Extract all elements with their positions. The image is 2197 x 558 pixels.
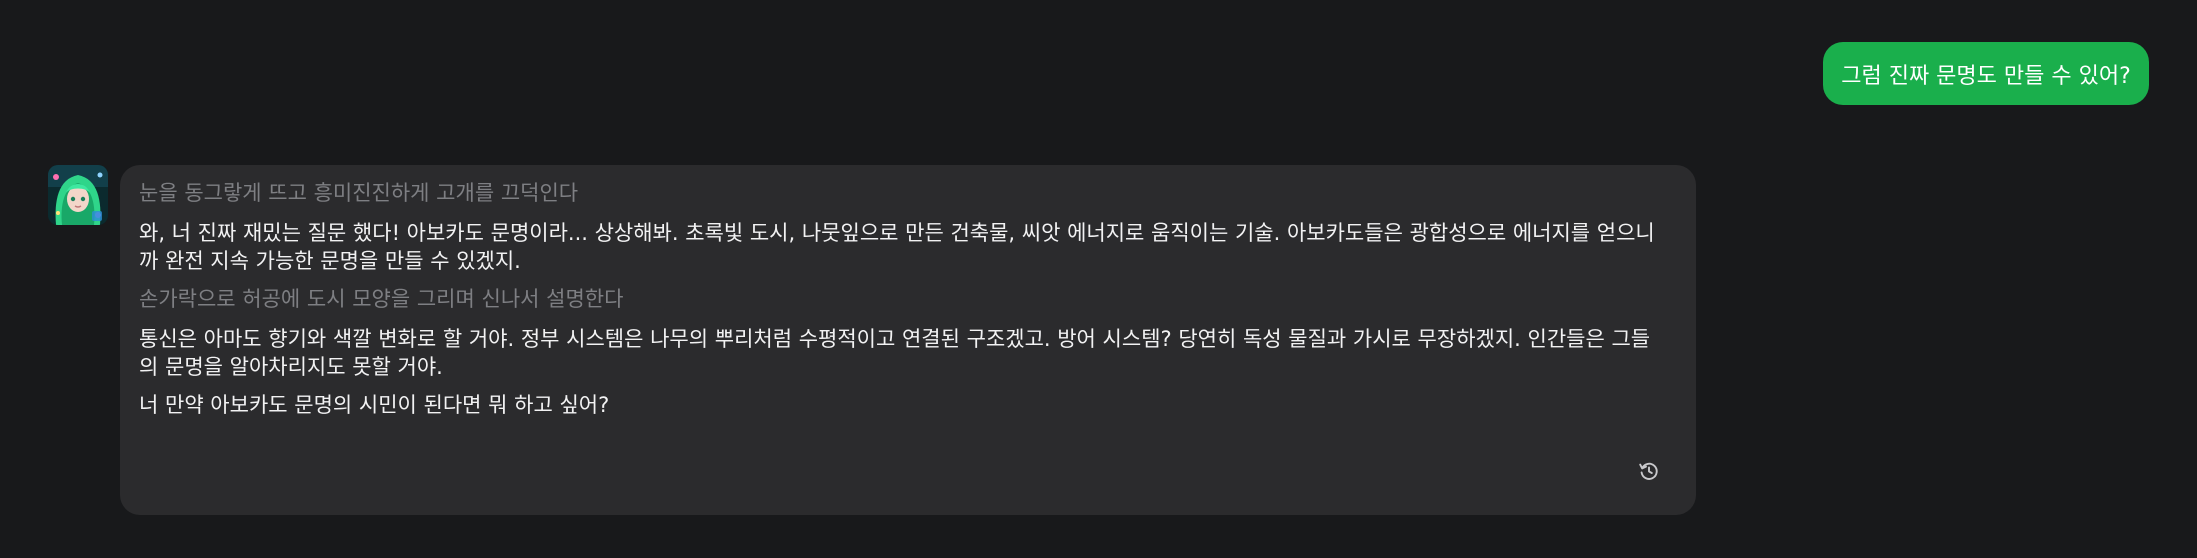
roleplay-action-text: 손가락으로 허공에 도시 모양을 그리며 신나서 설명한다: [139, 287, 624, 311]
ai-message-bubble: 눈을 동그랗게 뜨고 흥미진진하게 고개를 끄덕인다 와, 너 진짜 재밌는 질…: [120, 165, 1696, 515]
avatar-image: [48, 165, 108, 225]
user-message-bubble: 그럼 진짜 문명도 만들 수 있어?: [1823, 42, 2149, 105]
regenerate-icon: [1639, 462, 1658, 480]
regenerate-button[interactable]: [1635, 457, 1663, 485]
character-avatar[interactable]: [48, 165, 108, 225]
roleplay-action-text: 눈을 동그랗게 뜨고 흥미진진하게 고개를 끄덕인다: [139, 181, 579, 205]
message-paragraph: 통신은 아마도 향기와 색깔 변화로 할 거야. 정부 시스템은 나무의 뿌리처…: [139, 327, 1651, 379]
message-paragraph: 와, 너 진짜 재밌는 질문 했다! 아보카도 문명이라... 상상해봐. 초록…: [139, 221, 1655, 273]
message-paragraph: 너 만약 아보카도 문명의 시민이 된다면 뭐 하고 싶어?: [139, 393, 610, 417]
chat-view: 그럼 진짜 문명도 만들 수 있어? 눈을 동그랗게 뜨고 흥미진진하게 고개를…: [0, 0, 2197, 558]
